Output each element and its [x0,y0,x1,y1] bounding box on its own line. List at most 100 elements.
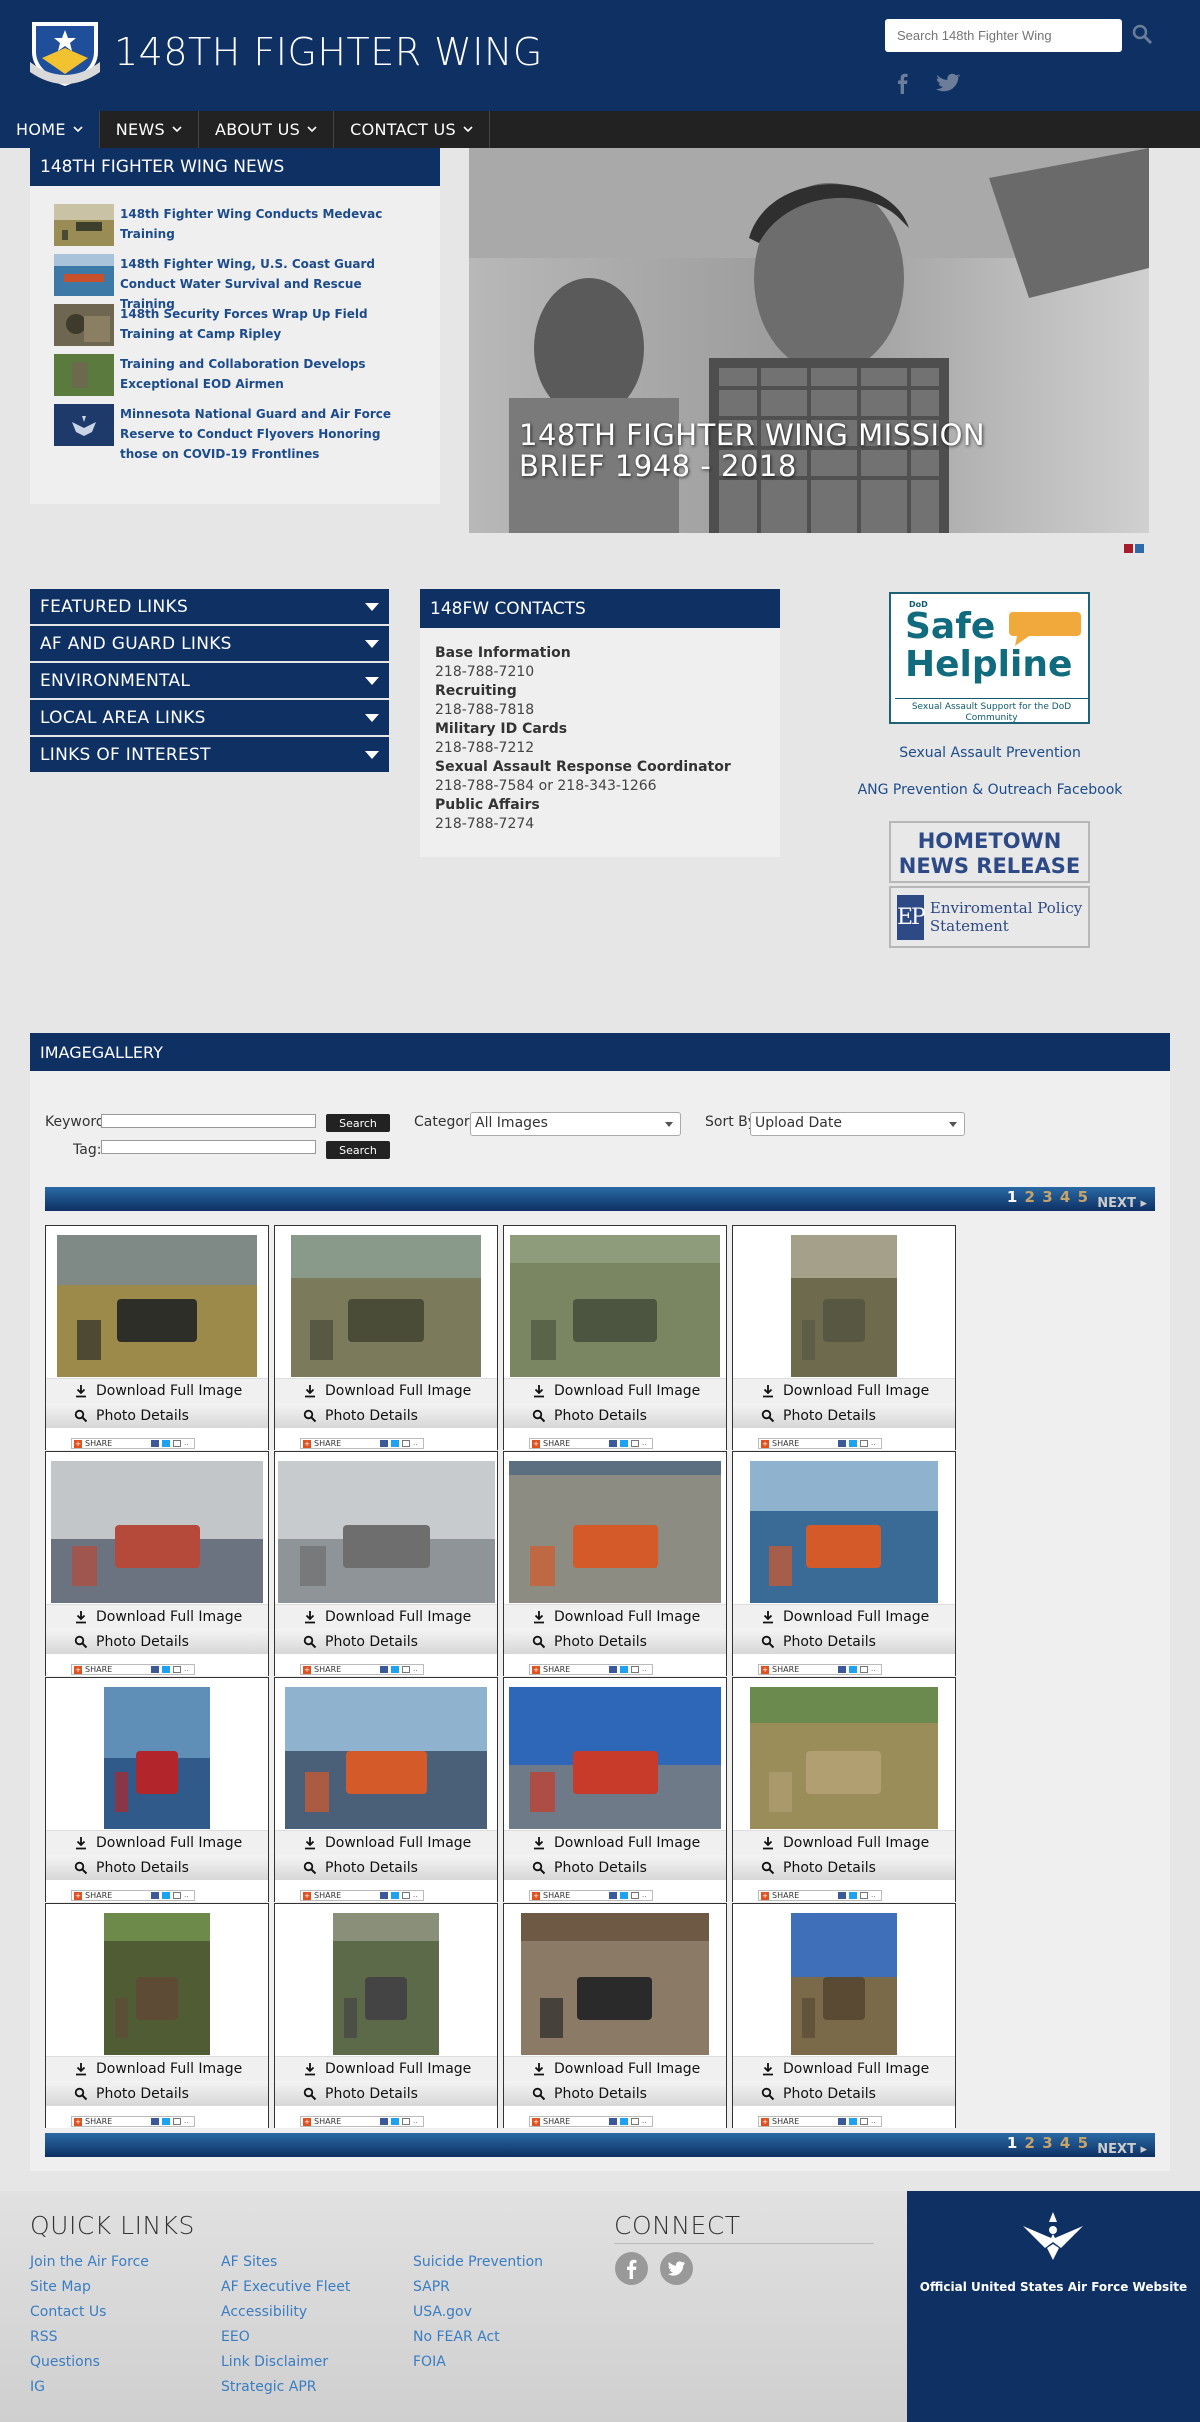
share-button[interactable]: + SHARE.. [758,1438,882,1449]
nav-contact-us[interactable]: CONTACT US [334,111,490,148]
news-thumbnail[interactable] [54,204,114,246]
footer-link[interactable]: FOIA [413,2350,543,2375]
share-button[interactable]: + SHARE.. [758,1664,882,1675]
gallery-photo[interactable] [750,1461,938,1603]
tag-input[interactable] [101,1140,316,1154]
page-link[interactable]: 3 [1042,1188,1053,1206]
footer-link[interactable]: AF Executive Fleet [221,2275,350,2300]
download-full-image-button[interactable]: Download Full Image [504,2056,726,2081]
footer-link[interactable]: Questions [30,2350,149,2375]
page-link[interactable]: 5 [1078,1188,1089,1206]
sort-select[interactable]: Upload Date [750,1112,965,1136]
download-full-image-button[interactable]: Download Full Image [504,1378,726,1403]
share-button[interactable]: + SHARE.. [300,1664,424,1675]
photo-details-button[interactable]: Photo Details [275,1629,497,1654]
share-button[interactable]: + SHARE.. [300,1438,424,1449]
photo-details-button[interactable]: Photo Details [46,1855,268,1880]
search-input[interactable] [885,19,1122,52]
news-thumbnail[interactable] [54,404,114,446]
share-button[interactable]: + SHARE.. [529,2116,653,2127]
share-button[interactable]: + SHARE.. [529,1890,653,1901]
gallery-photo[interactable] [57,1235,257,1377]
photo-details-button[interactable]: Photo Details [733,1629,955,1654]
category-select[interactable]: All Images [470,1112,681,1136]
download-full-image-button[interactable]: Download Full Image [46,1378,268,1403]
photo-details-button[interactable]: Photo Details [504,2081,726,2106]
news-thumbnail[interactable] [54,304,114,346]
share-button[interactable]: + SHARE.. [71,1438,195,1449]
twitter-icon[interactable] [936,72,960,94]
footer-twitter-button[interactable] [660,2252,693,2285]
search-icon[interactable] [1130,22,1156,48]
photo-details-button[interactable]: Photo Details [504,1855,726,1880]
footer-link[interactable]: Accessibility [221,2300,350,2325]
slide-dot[interactable] [1135,544,1144,553]
footer-link[interactable]: Join the Air Force [30,2250,149,2275]
photo-details-button[interactable]: Photo Details [733,1855,955,1880]
news-link[interactable]: Minnesota National Guard and Air Force R… [120,404,420,464]
download-full-image-button[interactable]: Download Full Image [733,1378,955,1403]
news-link[interactable]: Training and Collaboration Develops Exce… [120,354,420,394]
download-full-image-button[interactable]: Download Full Image [275,2056,497,2081]
facebook-icon[interactable] [893,72,913,94]
gallery-photo[interactable] [510,1235,720,1377]
nav-home[interactable]: HOME [0,111,100,148]
page-link[interactable]: 1 [1007,1188,1018,1206]
photo-details-button[interactable]: Photo Details [275,1855,497,1880]
footer-link[interactable]: USA.gov [413,2300,543,2325]
page-link[interactable]: 1 [1007,2134,1018,2152]
environmental-policy-banner[interactable]: EP Enviromental Policy Statement [889,886,1090,948]
gallery-photo[interactable] [750,1687,938,1829]
hero-caption[interactable]: 148TH FIGHTER WING MISSION BRIEF 1948 - … [519,420,1039,482]
keyword-input[interactable] [101,1114,316,1128]
keyword-search-button[interactable]: Search [326,1114,390,1132]
gallery-photo[interactable] [278,1461,495,1603]
gallery-photo[interactable] [509,1687,721,1829]
download-full-image-button[interactable]: Download Full Image [46,1830,268,1855]
share-button[interactable]: + SHARE.. [71,1890,195,1901]
site-title[interactable]: 148TH FIGHTER WING [114,30,543,74]
share-button[interactable]: + SHARE.. [529,1438,653,1449]
photo-details-button[interactable]: Photo Details [504,1403,726,1428]
news-thumbnail[interactable] [54,354,114,396]
photo-details-button[interactable]: Photo Details [275,1403,497,1428]
footer-link[interactable]: Strategic APR [221,2375,350,2400]
gallery-photo[interactable] [521,1913,709,2055]
gallery-photo[interactable] [104,1687,210,1829]
download-full-image-button[interactable]: Download Full Image [46,1604,268,1629]
tag-search-button[interactable]: Search [326,1141,390,1159]
download-full-image-button[interactable]: Download Full Image [733,1830,955,1855]
photo-details-button[interactable]: Photo Details [504,1629,726,1654]
hometown-news-release-banner[interactable]: HOMETOWN NEWS RELEASE [889,821,1090,883]
photo-details-button[interactable]: Photo Details [275,2081,497,2106]
download-full-image-button[interactable]: Download Full Image [733,2056,955,2081]
download-full-image-button[interactable]: Download Full Image [504,1830,726,1855]
accordion-af-guard-links[interactable]: AF AND GUARD LINKS [30,626,389,661]
page-link[interactable]: 2 [1025,1188,1036,1206]
footer-link[interactable]: Suicide Prevention [413,2250,543,2275]
news-thumbnail[interactable] [54,254,114,296]
nav-about-us[interactable]: ABOUT US [199,111,335,148]
footer-link[interactable]: IG [30,2375,149,2400]
page-link[interactable]: 4 [1060,1188,1071,1206]
gallery-photo[interactable] [51,1461,263,1603]
safe-helpline-banner[interactable]: DoD Safe Helpline Sexual Assault Support… [889,592,1090,724]
share-button[interactable]: + SHARE.. [529,1664,653,1675]
download-full-image-button[interactable]: Download Full Image [275,1604,497,1629]
news-link[interactable]: 148th Security Forces Wrap Up Field Trai… [120,304,420,344]
share-button[interactable]: + SHARE.. [71,1664,195,1675]
footer-facebook-button[interactable] [615,2252,648,2285]
footer-link[interactable]: SAPR [413,2275,543,2300]
gallery-photo[interactable] [509,1461,721,1603]
next-page-link[interactable]: NEXT ▸ [1097,1196,1147,1211]
share-button[interactable]: + SHARE.. [300,2116,424,2127]
download-full-image-button[interactable]: Download Full Image [275,1830,497,1855]
photo-details-button[interactable]: Photo Details [46,1629,268,1654]
gallery-photo[interactable] [333,1913,439,2055]
download-full-image-button[interactable]: Download Full Image [733,1604,955,1629]
news-link[interactable]: 148th Fighter Wing Conducts Medevac Trai… [120,204,420,244]
photo-details-button[interactable]: Photo Details [46,1403,268,1428]
footer-link[interactable]: Contact Us [30,2300,149,2325]
share-button[interactable]: + SHARE.. [758,2116,882,2127]
share-button[interactable]: + SHARE.. [758,1890,882,1901]
